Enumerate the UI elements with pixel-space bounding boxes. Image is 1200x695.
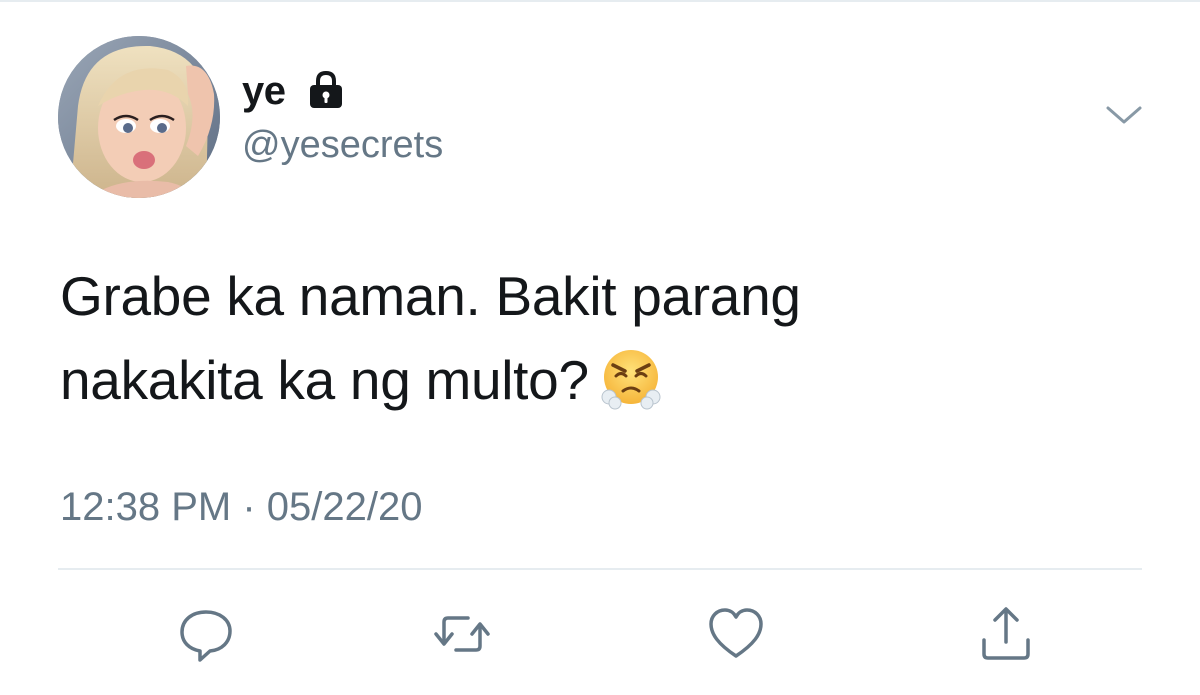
face-with-steam-from-nose-icon xyxy=(601,350,661,410)
like-button[interactable] xyxy=(706,604,766,664)
retweet-button[interactable] xyxy=(432,604,492,664)
handle[interactable]: @yesecrets xyxy=(242,122,443,168)
retweet-icon xyxy=(434,616,490,652)
chevron-down-icon[interactable] xyxy=(1104,100,1144,130)
tweet-text-line-2-text: nakakita ka ng multo? xyxy=(60,349,589,411)
lock-icon xyxy=(310,70,342,108)
reply-button[interactable] xyxy=(176,604,236,664)
reply-icon xyxy=(180,610,232,662)
top-divider xyxy=(0,0,1200,2)
avatar[interactable] xyxy=(58,36,220,198)
heart-icon xyxy=(709,608,763,658)
tweet-timestamp[interactable]: 12:38 PM · 05/22/20 xyxy=(60,482,422,532)
actions-divider xyxy=(58,568,1142,570)
tweet-text: Grabe ka naman. Bakit parang nakakita ka… xyxy=(60,254,1140,422)
tweet-text-line-2: nakakita ka ng multo? xyxy=(60,338,1140,422)
share-button[interactable] xyxy=(976,604,1036,664)
share-icon xyxy=(982,607,1030,660)
display-name[interactable]: ye xyxy=(242,68,286,114)
tweet-text-line-1: Grabe ka naman. Bakit parang xyxy=(60,265,801,327)
